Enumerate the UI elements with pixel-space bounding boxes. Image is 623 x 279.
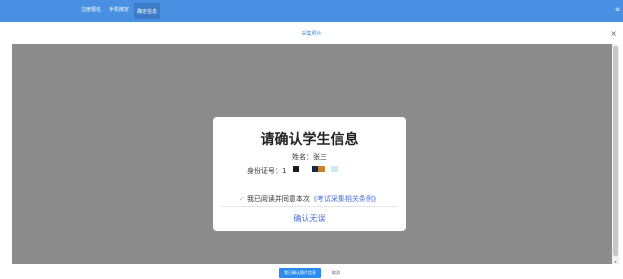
id-prefix: 1 [282, 167, 287, 175]
confirm-button[interactable]: 确认无误 [213, 213, 406, 224]
cancel-button[interactable]: 取消 [325, 268, 347, 278]
vertical-scrollbar[interactable]: ▾ [612, 44, 619, 264]
close-icon[interactable]: × [610, 29, 617, 38]
modal-divider [221, 206, 398, 207]
agree-checkbox-icon[interactable]: ✓ [239, 195, 245, 203]
menu-icon[interactable]: ≡ [615, 6, 620, 13]
dialog-title: 采集照片 [301, 31, 322, 37]
id-redaction-block [318, 166, 325, 172]
name-value: 张三 [313, 153, 327, 161]
dialog-footer: 我已确认照片信息 取消 [0, 264, 623, 279]
scrollbar-thumb[interactable] [613, 46, 618, 256]
student-name-row: 姓名：张三 [213, 152, 406, 162]
confirm-photo-button[interactable]: 我已确认照片信息 [279, 268, 321, 278]
confirm-student-modal: 请确认学生信息 姓名：张三 身份证号：1 ✓ 我已阅读并同意本次《考试采集相关条例… [213, 117, 406, 231]
id-label: 身份证号： [247, 167, 282, 175]
dialog-header: 采集照片 × [0, 22, 623, 44]
regulations-link[interactable]: 《考试采集相关条例》 [310, 195, 380, 203]
tab-register[interactable]: 注册报名 [81, 6, 101, 13]
tab-phone-binding[interactable]: 手机绑定 [109, 6, 129, 13]
id-redaction-block [293, 166, 299, 172]
id-redaction-block [331, 166, 338, 172]
modal-heading: 请确认学生信息 [260, 132, 359, 148]
agree-text: 我已阅读并同意本次 [246, 195, 310, 203]
agreement-row[interactable]: ✓ 我已阅读并同意本次《考试采集相关条例》 [213, 194, 406, 204]
name-label: 姓名： [292, 153, 313, 161]
top-nav-bar: 注册报名 手机绑定 确定信息 ≡ [0, 0, 623, 22]
id-number-row: 身份证号：1 [247, 166, 286, 176]
tab-confirm-info[interactable]: 确定信息 [134, 3, 161, 19]
